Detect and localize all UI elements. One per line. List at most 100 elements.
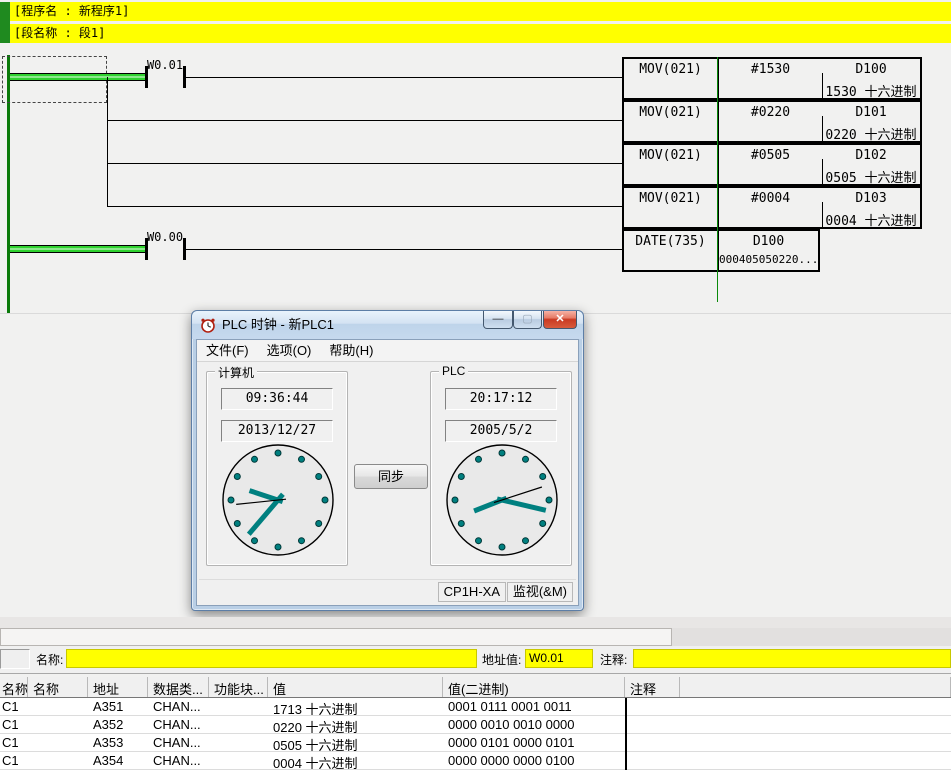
maximize-button[interactable]: ▢ xyxy=(513,311,542,329)
dialog-menubar: 文件(F) 选项(O) 帮助(H) xyxy=(197,340,578,362)
plc-time-field: 20:17:12 xyxy=(445,388,557,410)
monitor-value: 000405050220... xyxy=(719,253,818,266)
instruction-mnemonic: MOV(021) xyxy=(624,191,717,206)
operand-destination: D102 xyxy=(822,148,920,163)
mov-instruction-block[interactable]: MOV(021) #0220 D101 0220 十六进制 xyxy=(622,100,922,143)
instruction-mnemonic: MOV(021) xyxy=(624,62,717,77)
operand-destination: D100 xyxy=(822,62,920,77)
edit-bar-spacer-box xyxy=(0,649,30,669)
operand-source: #0004 xyxy=(719,191,822,206)
branch-wire xyxy=(107,120,622,121)
scrollbar-gutter xyxy=(672,628,951,646)
mov-instruction-block[interactable]: MOV(021) #0004 D103 0004 十六进制 xyxy=(622,186,922,229)
power-flow-wire xyxy=(10,245,145,253)
monitor-value: 0220 十六进制 xyxy=(822,124,920,143)
branch-vertical-wire xyxy=(107,77,108,207)
dialog-title: PLC 时钟 - 新PLC1 xyxy=(222,311,334,338)
comment-label: 注释: xyxy=(600,651,627,668)
col-header-binary[interactable]: 值(二进制) xyxy=(443,677,625,697)
panel-divider xyxy=(0,673,951,674)
program-name-bar: [程序名 : 新程序1] xyxy=(10,2,951,21)
cell-value: 0004 十六进制 xyxy=(268,752,443,769)
dialog-client-area: 文件(F) 选项(O) 帮助(H) 计算机 09:36:44 2013/12/2… xyxy=(196,339,579,606)
watch-row[interactable]: C1 A352 CHAN... 0220 十六进制 0000 0010 0010… xyxy=(0,716,951,734)
col-header-value[interactable]: 值 xyxy=(268,677,443,697)
horizontal-scrollbar[interactable] xyxy=(0,628,672,646)
cell-comment xyxy=(625,752,680,769)
watch-row[interactable]: C1 A354 CHAN... 0004 十六进制 0000 0000 0000… xyxy=(0,752,951,770)
menu-options[interactable]: 选项(O) xyxy=(258,340,321,361)
cell-plc-name: C1 xyxy=(0,734,28,751)
date-instruction-block[interactable]: DATE(735) D100 000405050220... xyxy=(622,229,820,272)
cell-value: 0505 十六进制 xyxy=(268,734,443,751)
mov-instruction-block[interactable]: MOV(021) #0505 D102 0505 十六进制 xyxy=(622,143,922,186)
operand-source: #0220 xyxy=(719,105,822,120)
rung-margin-bar xyxy=(0,2,10,43)
menu-file[interactable]: 文件(F) xyxy=(197,340,258,361)
cell-plc-name: C1 xyxy=(0,698,28,715)
cell-comment xyxy=(625,734,680,751)
plc-clock-dialog: PLC 时钟 - 新PLC1 — ▢ ✕ 文件(F) 选项(O) 帮助(H) 计… xyxy=(191,310,584,611)
cell-fb xyxy=(209,698,268,715)
operand-source: #0505 xyxy=(719,148,822,163)
plc-group-box: PLC 20:17:12 2005/5/2 xyxy=(430,371,572,566)
col-header-plc-name[interactable]: 名称 xyxy=(0,677,28,697)
monitor-value: 0004 十六进制 xyxy=(822,210,920,229)
plc-analog-clock xyxy=(442,440,562,560)
name-input[interactable] xyxy=(66,649,477,668)
contact-w000[interactable]: W0.00 xyxy=(133,230,197,244)
computer-group-box: 计算机 09:36:44 2013/12/27 xyxy=(206,371,348,566)
cell-datatype: CHAN... xyxy=(148,698,209,715)
branch-wire xyxy=(107,163,622,164)
contact-w001[interactable]: W0.01 xyxy=(133,58,197,72)
cell-fb xyxy=(209,716,268,733)
address-label: 地址值: xyxy=(482,651,521,668)
col-header-comment[interactable]: 注释 xyxy=(625,677,680,697)
operand-source: #1530 xyxy=(719,62,822,77)
power-flow-wire xyxy=(10,73,145,81)
cell-address: A354 xyxy=(88,752,148,769)
col-header-fb[interactable]: 功能块... xyxy=(209,677,268,697)
operand-destination: D103 xyxy=(822,191,920,206)
cell-binary: 0001 0111 0001 0011 xyxy=(443,698,625,715)
cell-comment xyxy=(625,716,680,733)
cell-name xyxy=(28,698,88,715)
col-header-name[interactable]: 名称 xyxy=(28,677,88,697)
cell-comment xyxy=(625,698,680,715)
mov-instruction-block[interactable]: MOV(021) #1530 D100 1530 十六进制 xyxy=(622,57,922,100)
close-button[interactable]: ✕ xyxy=(543,311,577,329)
cell-fb xyxy=(209,752,268,769)
watch-row[interactable]: C1 A353 CHAN... 0505 十六进制 0000 0101 0000… xyxy=(0,734,951,752)
cell-binary: 0000 0010 0010 0000 xyxy=(443,716,625,733)
monitor-value: 0505 十六进制 xyxy=(822,167,920,186)
operand-destination: D100 xyxy=(719,234,818,249)
comment-input[interactable] xyxy=(633,649,951,668)
minimize-button[interactable]: — xyxy=(483,311,513,329)
col-header-address[interactable]: 地址 xyxy=(88,677,148,697)
sync-button[interactable]: 同步 xyxy=(354,464,428,489)
cell-address: A353 xyxy=(88,734,148,751)
menu-help[interactable]: 帮助(H) xyxy=(320,340,382,361)
operand-destination: D101 xyxy=(822,105,920,120)
dialog-statusbar: CP1H-XA 监视(&M) xyxy=(199,579,576,603)
watch-table-header: 名称 名称 地址 数据类... 功能块... 值 值(二进制) 注释 xyxy=(0,677,951,698)
watch-row[interactable]: C1 A351 CHAN... 1713 十六进制 0001 0111 0001… xyxy=(0,698,951,716)
cell-binary: 0000 0000 0000 0100 xyxy=(443,752,625,769)
ladder-column-grid-line xyxy=(717,57,718,302)
cx-programmer-screen: [程序名 : 新程序1] [段名称 : 段1] W0.01 W0.00 MOV(… xyxy=(0,0,951,770)
cell-address: A352 xyxy=(88,716,148,733)
cell-name xyxy=(28,716,88,733)
cell-address: A351 xyxy=(88,698,148,715)
instruction-mnemonic: DATE(735) xyxy=(624,234,717,249)
address-input[interactable]: W0.01 xyxy=(525,649,593,668)
monitor-value: 1530 十六进制 xyxy=(822,81,920,100)
col-header-datatype[interactable]: 数据类... xyxy=(148,677,209,697)
cell-filler xyxy=(680,734,951,751)
computer-analog-clock xyxy=(218,440,338,560)
cell-datatype: CHAN... xyxy=(148,716,209,733)
table-column-cursor-line xyxy=(625,698,627,770)
status-plc-type: CP1H-XA xyxy=(438,582,506,602)
dialog-titlebar[interactable]: PLC 时钟 - 新PLC1 — ▢ ✕ xyxy=(192,311,583,339)
computer-date-field: 2013/12/27 xyxy=(221,420,333,442)
section-name-bar: [段名称 : 段1] xyxy=(10,24,951,43)
